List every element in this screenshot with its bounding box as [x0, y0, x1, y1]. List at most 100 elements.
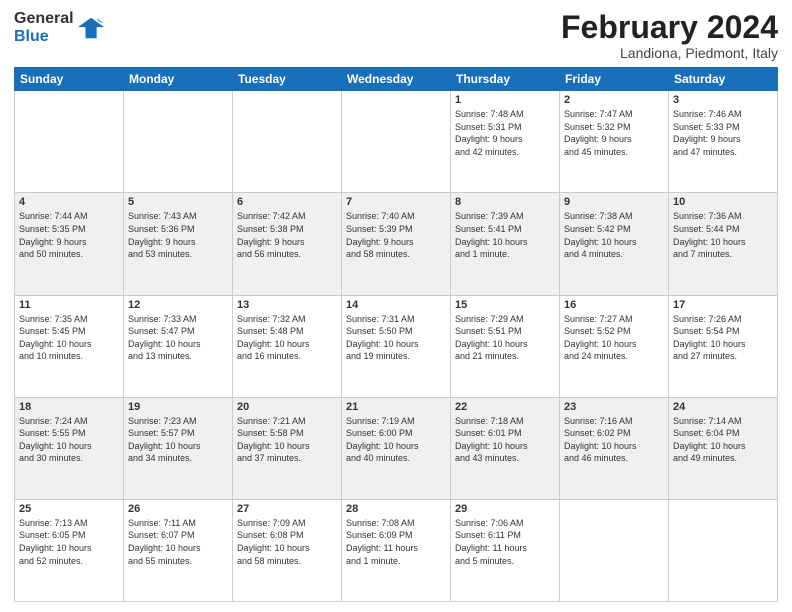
day-number: 1: [455, 94, 555, 106]
day-info: Sunrise: 7:23 AM Sunset: 5:57 PM Dayligh…: [128, 415, 228, 465]
day-number: 20: [237, 401, 337, 413]
day-info: Sunrise: 7:31 AM Sunset: 5:50 PM Dayligh…: [346, 313, 446, 363]
calendar-cell: 20 Sunrise: 7:21 AM Sunset: 5:58 PM Dayli…: [233, 397, 342, 499]
day-info: Sunrise: 7:21 AM Sunset: 5:58 PM Dayligh…: [237, 415, 337, 465]
col-saturday: Saturday: [669, 68, 778, 91]
day-number: 28: [346, 503, 446, 515]
calendar-cell: 25 Sunrise: 7:13 AM Sunset: 6:05 PM Dayli…: [15, 499, 124, 601]
day-info: Sunrise: 7:14 AM Sunset: 6:04 PM Dayligh…: [673, 415, 773, 465]
calendar-week-5: 25 Sunrise: 7:13 AM Sunset: 6:05 PM Dayli…: [15, 499, 778, 601]
calendar-cell: 28 Sunrise: 7:08 AM Sunset: 6:09 PM Dayli…: [342, 499, 451, 601]
calendar-cell: 21 Sunrise: 7:19 AM Sunset: 6:00 PM Dayli…: [342, 397, 451, 499]
day-number: 9: [564, 196, 664, 208]
col-monday: Monday: [124, 68, 233, 91]
day-info: Sunrise: 7:27 AM Sunset: 5:52 PM Dayligh…: [564, 313, 664, 363]
day-info: Sunrise: 7:18 AM Sunset: 6:01 PM Dayligh…: [455, 415, 555, 465]
day-info: Sunrise: 7:47 AM Sunset: 5:32 PM Dayligh…: [564, 108, 664, 158]
calendar-cell: [342, 91, 451, 193]
day-number: 25: [19, 503, 119, 515]
day-number: 26: [128, 503, 228, 515]
day-info: Sunrise: 7:19 AM Sunset: 6:00 PM Dayligh…: [346, 415, 446, 465]
col-friday: Friday: [560, 68, 669, 91]
calendar-cell: 13 Sunrise: 7:32 AM Sunset: 5:48 PM Dayli…: [233, 295, 342, 397]
day-number: 12: [128, 299, 228, 311]
day-info: Sunrise: 7:38 AM Sunset: 5:42 PM Dayligh…: [564, 210, 664, 260]
day-number: 5: [128, 196, 228, 208]
day-info: Sunrise: 7:09 AM Sunset: 6:08 PM Dayligh…: [237, 517, 337, 567]
day-info: Sunrise: 7:16 AM Sunset: 6:02 PM Dayligh…: [564, 415, 664, 465]
calendar-cell: [124, 91, 233, 193]
calendar-header-row: Sunday Monday Tuesday Wednesday Thursday…: [15, 68, 778, 91]
day-info: Sunrise: 7:26 AM Sunset: 5:54 PM Dayligh…: [673, 313, 773, 363]
calendar-cell: 16 Sunrise: 7:27 AM Sunset: 5:52 PM Dayli…: [560, 295, 669, 397]
day-number: 13: [237, 299, 337, 311]
day-number: 4: [19, 196, 119, 208]
calendar-cell: 1 Sunrise: 7:48 AM Sunset: 5:31 PM Daylig…: [451, 91, 560, 193]
day-number: 19: [128, 401, 228, 413]
day-number: 22: [455, 401, 555, 413]
day-info: Sunrise: 7:13 AM Sunset: 6:05 PM Dayligh…: [19, 517, 119, 567]
day-info: Sunrise: 7:33 AM Sunset: 5:47 PM Dayligh…: [128, 313, 228, 363]
day-number: 27: [237, 503, 337, 515]
day-number: 3: [673, 94, 773, 106]
day-info: Sunrise: 7:48 AM Sunset: 5:31 PM Dayligh…: [455, 108, 555, 158]
calendar-cell: 9 Sunrise: 7:38 AM Sunset: 5:42 PM Daylig…: [560, 193, 669, 295]
day-number: 2: [564, 94, 664, 106]
calendar-cell: 23 Sunrise: 7:16 AM Sunset: 6:02 PM Dayli…: [560, 397, 669, 499]
calendar-week-1: 1 Sunrise: 7:48 AM Sunset: 5:31 PM Daylig…: [15, 91, 778, 193]
day-info: Sunrise: 7:32 AM Sunset: 5:48 PM Dayligh…: [237, 313, 337, 363]
day-info: Sunrise: 7:11 AM Sunset: 6:07 PM Dayligh…: [128, 517, 228, 567]
calendar-cell: [560, 499, 669, 601]
day-number: 11: [19, 299, 119, 311]
day-info: Sunrise: 7:24 AM Sunset: 5:55 PM Dayligh…: [19, 415, 119, 465]
day-number: 17: [673, 299, 773, 311]
day-number: 21: [346, 401, 446, 413]
day-info: Sunrise: 7:36 AM Sunset: 5:44 PM Dayligh…: [673, 210, 773, 260]
calendar-cell: 24 Sunrise: 7:14 AM Sunset: 6:04 PM Dayli…: [669, 397, 778, 499]
calendar-cell: [233, 91, 342, 193]
calendar-cell: 22 Sunrise: 7:18 AM Sunset: 6:01 PM Dayli…: [451, 397, 560, 499]
calendar-week-4: 18 Sunrise: 7:24 AM Sunset: 5:55 PM Dayli…: [15, 397, 778, 499]
day-number: 15: [455, 299, 555, 311]
day-info: Sunrise: 7:46 AM Sunset: 5:33 PM Dayligh…: [673, 108, 773, 158]
col-thursday: Thursday: [451, 68, 560, 91]
day-number: 16: [564, 299, 664, 311]
calendar-cell: 7Sunrise: 7:40 AM Sunset: 5:39 PM Daylig…: [342, 193, 451, 295]
calendar-cell: 12 Sunrise: 7:33 AM Sunset: 5:47 PM Dayli…: [124, 295, 233, 397]
day-info: Sunrise: 7:39 AM Sunset: 5:41 PM Dayligh…: [455, 210, 555, 260]
col-sunday: Sunday: [15, 68, 124, 91]
calendar-cell: 5Sunrise: 7:43 AM Sunset: 5:36 PM Daylig…: [124, 193, 233, 295]
page: General Blue February 2024 Landiona, Pie…: [0, 0, 792, 612]
calendar-cell: 2 Sunrise: 7:47 AM Sunset: 5:32 PM Daylig…: [560, 91, 669, 193]
calendar-cell: 19 Sunrise: 7:23 AM Sunset: 5:57 PM Dayli…: [124, 397, 233, 499]
day-info: Sunrise: 7:08 AM Sunset: 6:09 PM Dayligh…: [346, 517, 446, 567]
day-info: Sunrise: 7:29 AM Sunset: 5:51 PM Dayligh…: [455, 313, 555, 363]
calendar-cell: 29Sunrise: 7:06 AM Sunset: 6:11 PM Dayli…: [451, 499, 560, 601]
day-number: 23: [564, 401, 664, 413]
calendar-cell: 17 Sunrise: 7:26 AM Sunset: 5:54 PM Dayli…: [669, 295, 778, 397]
calendar-cell: 10Sunrise: 7:36 AM Sunset: 5:44 PM Dayli…: [669, 193, 778, 295]
calendar-cell: [15, 91, 124, 193]
col-wednesday: Wednesday: [342, 68, 451, 91]
day-number: 24: [673, 401, 773, 413]
day-info: Sunrise: 7:42 AM Sunset: 5:38 PM Dayligh…: [237, 210, 337, 260]
calendar-cell: 3 Sunrise: 7:46 AM Sunset: 5:33 PM Daylig…: [669, 91, 778, 193]
day-number: 18: [19, 401, 119, 413]
title-block: February 2024 Landiona, Piedmont, Italy: [561, 10, 778, 61]
calendar-cell: 15 Sunrise: 7:29 AM Sunset: 5:51 PM Dayli…: [451, 295, 560, 397]
logo-icon: [78, 14, 106, 42]
header: General Blue February 2024 Landiona, Pie…: [14, 10, 778, 61]
calendar-week-2: 4Sunrise: 7:44 AM Sunset: 5:35 PM Daylig…: [15, 193, 778, 295]
day-info: Sunrise: 7:35 AM Sunset: 5:45 PM Dayligh…: [19, 313, 119, 363]
calendar-cell: 27 Sunrise: 7:09 AM Sunset: 6:08 PM Dayli…: [233, 499, 342, 601]
col-tuesday: Tuesday: [233, 68, 342, 91]
calendar: Sunday Monday Tuesday Wednesday Thursday…: [14, 67, 778, 602]
calendar-cell: 11 Sunrise: 7:35 AM Sunset: 5:45 PM Dayli…: [15, 295, 124, 397]
calendar-cell: 26 Sunrise: 7:11 AM Sunset: 6:07 PM Dayli…: [124, 499, 233, 601]
day-number: 8: [455, 196, 555, 208]
day-number: 29: [455, 503, 555, 515]
logo-blue: Blue: [14, 28, 74, 46]
calendar-week-3: 11 Sunrise: 7:35 AM Sunset: 5:45 PM Dayli…: [15, 295, 778, 397]
logo: General Blue: [14, 10, 106, 45]
day-number: 7: [346, 196, 446, 208]
